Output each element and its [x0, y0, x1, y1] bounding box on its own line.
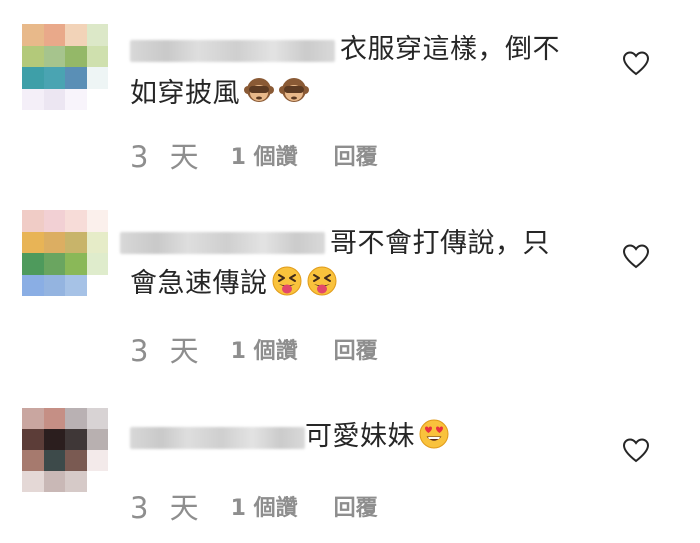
heart-eyes-face-emoji	[419, 419, 449, 449]
heart-outline-icon[interactable]	[622, 50, 650, 76]
comment-text-line-2: 如穿披風	[130, 72, 310, 116]
avatar[interactable]	[22, 408, 108, 492]
comment-time: 3 天	[130, 334, 205, 368]
heart-outline-icon[interactable]	[622, 243, 650, 269]
comment-likes[interactable]: 1 個讚	[231, 139, 298, 171]
username-blurred[interactable]	[130, 40, 335, 62]
squinting-tongue-face-emoji	[307, 266, 336, 296]
username-blurred[interactable]	[130, 427, 305, 449]
comment-time: 3 天	[130, 491, 205, 525]
comment-text-fragment: 會急速傳說	[130, 268, 268, 299]
comment-meta: 3 天 1 個讚 回覆	[130, 138, 378, 174]
comment-text-fragment: 可愛妹妹	[305, 421, 415, 452]
comment-likes[interactable]: 1 個讚	[231, 333, 298, 365]
avatar[interactable]	[22, 210, 108, 296]
comment-text-line-1: 可愛妹妹	[305, 415, 450, 459]
comment-meta: 3 天 1 個讚 回覆	[130, 489, 378, 525]
comment-time: 3 天	[130, 140, 205, 174]
avatar[interactable]	[22, 24, 108, 110]
reply-button[interactable]: 回覆	[334, 333, 378, 365]
heart-outline-icon[interactable]	[622, 437, 650, 463]
reply-button[interactable]: 回覆	[334, 490, 378, 522]
squinting-tongue-face-emoji	[272, 266, 301, 296]
comment-likes[interactable]: 1 個讚	[231, 490, 298, 522]
see-no-evil-monkey-emoji	[279, 78, 309, 102]
reply-button[interactable]: 回覆	[334, 139, 378, 171]
comment-text-fragment: 如穿披風	[130, 78, 240, 109]
comment-text-line-1: 哥不會打傳說，只	[330, 228, 550, 259]
comment-text-line-1: 衣服穿這樣，倒不	[340, 34, 560, 65]
comment-meta: 3 天 1 個讚 回覆	[130, 332, 378, 368]
see-no-evil-monkey-emoji	[244, 78, 274, 102]
comment-text-line-2: 會急速傳說	[130, 262, 338, 306]
username-blurred[interactable]	[120, 232, 325, 254]
